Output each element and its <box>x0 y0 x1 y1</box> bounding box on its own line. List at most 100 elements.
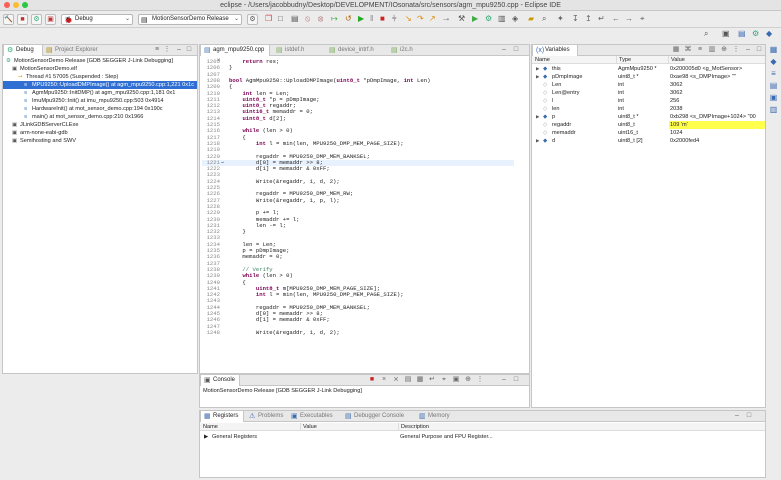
debug-tree-item[interactable]: ≡ AgmMpu9250::InitDMP() at agm_mpu9250.cp… <box>3 89 197 97</box>
pin-console-icon[interactable]: ⌖ <box>440 376 448 384</box>
step-return-icon[interactable]: ↗ <box>429 15 436 23</box>
build-icon[interactable]: 🔨 <box>3 14 14 25</box>
variable-row[interactable]: ◇ Len int 3062 <box>532 81 765 89</box>
external-tools-icon[interactable]: ⚒ <box>458 15 465 23</box>
tab-debug[interactable]: ⚙ Debug <box>3 45 43 56</box>
tab-problems[interactable]: ⚠ Problems <box>246 411 286 422</box>
launch-config-select[interactable]: ▤ MotionSensorDemo Release ⌄ <box>138 14 242 25</box>
expand-arrow-icon[interactable]: ▶ <box>536 73 539 81</box>
debug-tree-item[interactable]: ⭢ Thread #1 57005 (Suspended : Step) <box>3 73 197 81</box>
forward-icon[interactable]: → <box>625 15 633 23</box>
debug-tree-item[interactable]: ≡ ImuMpu9250::Init() at imu_mpu9250.cpp:5… <box>3 97 197 105</box>
show-logical-structure-icon[interactable]: ⌘ <box>684 46 692 54</box>
tab-i2c-h[interactable]: ▤ i2c.h <box>388 45 430 56</box>
expand-arrow-icon[interactable]: ▶ <box>204 433 210 441</box>
pin-editor-icon[interactable]: ⌖ <box>640 15 645 23</box>
new-icon[interactable]: ❐ <box>265 15 272 23</box>
skip-breakpoints-icon[interactable]: ⦸ <box>305 15 310 23</box>
next-annotation-icon[interactable]: ↧ <box>572 15 579 23</box>
search-icon[interactable]: ⌕ <box>542 15 546 23</box>
suspend-icon[interactable]: ‖ <box>370 15 373 23</box>
clear-console-icon[interactable]: ▤ <box>404 376 412 384</box>
close-window-button[interactable] <box>4 2 10 8</box>
variable-row[interactable]: ▶ ◆ pDmpImage uint8_t * 0xae98 <s_DMPImage> … <box>532 73 765 81</box>
instruction-stepping-icon[interactable]: ⭢ <box>443 15 449 23</box>
expand-arrow-icon[interactable]: ▶ <box>536 113 539 121</box>
modules-icon[interactable]: ▥ <box>769 105 778 114</box>
terminate-icon[interactable]: ■ <box>368 376 376 384</box>
collapse-all-icon[interactable]: ≡ <box>696 46 704 54</box>
display-console-icon[interactable]: ▣ <box>452 376 460 384</box>
tab-agm-mpu9250-cpp[interactable]: ▤ agm_mpu9250.cpp × <box>200 45 270 64</box>
variable-row[interactable]: ◇ len int 2038 <box>532 105 765 113</box>
tab-device-intrf-h[interactable]: ▤ device_intrf.h <box>326 45 388 56</box>
tab-executables[interactable]: ▣ Executables <box>288 411 340 422</box>
launch-debug-icon[interactable]: ⚙ <box>31 14 42 25</box>
minimize-view-icon[interactable]: – <box>744 46 752 54</box>
previous-annotation-icon[interactable]: ↥ <box>585 15 592 23</box>
run-icon[interactable]: ▶ <box>472 15 478 23</box>
expand-arrow-icon[interactable]: ▶ <box>536 65 539 73</box>
variable-row[interactable]: ▶ ◆ d uint8_t [2] 0x2000fed4 <box>532 137 765 145</box>
variable-row[interactable]: ◇ memaddr uint16_t 1024 <box>532 129 765 137</box>
outline-icon[interactable]: ≡ <box>769 69 778 78</box>
scroll-lock-icon[interactable]: ▦ <box>416 376 424 384</box>
open-console-icon[interactable]: ⊕ <box>464 376 472 384</box>
code-area[interactable]: 1205 return res; 1206} 1207 1208 bool AgmMpu… <box>202 59 527 373</box>
remove-all-icon[interactable]: ⨯ <box>392 376 400 384</box>
minimize-view-icon[interactable]: – <box>175 46 183 54</box>
tab-istdef-h[interactable]: ▤ istdef.h <box>273 45 325 56</box>
disassembly-icon[interactable]: ▤ <box>769 81 778 90</box>
expand-arrow-icon[interactable]: ▶ <box>536 137 539 145</box>
debug-tree-item[interactable]: ▣ Semihosting and SWV <box>3 137 197 145</box>
tab-variables[interactable]: (x) Variables <box>532 45 578 56</box>
debug-stop-icon[interactable]: ■ <box>17 14 28 25</box>
tab-console[interactable]: ▣ Console <box>200 375 240 386</box>
debug-tree-item[interactable]: ⚙ MotionSensorDemo Release [GDB SEGGER J-… <box>3 57 197 65</box>
tab-registers[interactable]: ▦ Registers <box>200 411 244 422</box>
debug-run-icon[interactable]: ⚙ <box>485 15 492 23</box>
view-menu-icon[interactable]: ⋮ <box>476 376 484 384</box>
variable-row[interactable]: ◇ l int 256 <box>532 97 765 105</box>
debug-tree-item[interactable]: ≡ MPU9250::UploadDMPImage() at agm_mpu925… <box>3 81 197 89</box>
debug-tree-item[interactable]: ▣ arm-none-eabi-gdb <box>3 129 197 137</box>
view-menu-icon[interactable]: ⋮ <box>163 46 171 54</box>
save-icon[interactable]: □ <box>278 15 283 23</box>
open-perspective-icon[interactable]: ▣ <box>722 30 730 38</box>
column-type[interactable]: Type <box>616 56 666 64</box>
column-value[interactable]: Value <box>300 423 398 431</box>
tab-debugger-console[interactable]: ▤ Debugger Console <box>342 411 414 422</box>
last-edit-icon[interactable]: ↵ <box>598 15 605 23</box>
view-menu-icon[interactable]: ⋮ <box>732 46 740 54</box>
reset-icon[interactable]: ↺ <box>345 15 352 23</box>
resume-icon[interactable]: ▶ <box>358 15 364 23</box>
column-description[interactable]: Description <box>398 423 538 431</box>
git-perspective-icon[interactable]: ◆ <box>766 30 772 38</box>
terminate-icon[interactable]: ▣ <box>45 14 56 25</box>
terminate-debug-icon[interactable]: ■ <box>380 15 385 23</box>
collapse-all-icon[interactable]: ≡ <box>153 46 161 54</box>
debug-tree-item[interactable]: ▣ JLinkGDBServerCLExe <box>3 121 197 129</box>
breakpoints-icon[interactable]: ▦ <box>769 45 778 54</box>
minimize-view-icon[interactable]: – <box>500 376 508 384</box>
maximize-view-icon[interactable]: □ <box>755 46 763 54</box>
launch-mode-select[interactable]: 🐞 Debug ⌄ <box>61 14 133 25</box>
coverage-icon[interactable]: ▥ <box>498 15 506 23</box>
new-class-icon[interactable]: ◈ <box>512 15 518 23</box>
toggle-mark-icon[interactable]: ✦ <box>557 15 564 23</box>
debug-tree-item[interactable]: ▣ MotionSensorDemo.elf <box>3 65 197 73</box>
debug-tree-item[interactable]: ≡ main() at mot_sensor_demo.cpp:210 0x196… <box>3 113 197 121</box>
maximize-view-icon[interactable]: □ <box>185 46 193 54</box>
word-wrap-icon[interactable]: ↵ <box>428 376 436 384</box>
variable-row[interactable]: ▶ ◆ p uint8_t * 0xb298 <s_DMPImage+1024> "00 <box>532 113 765 121</box>
open-type-icon[interactable]: ▰ <box>528 15 534 23</box>
minimize-window-button[interactable] <box>13 2 19 8</box>
show-type-names-icon[interactable]: ▦ <box>672 46 680 54</box>
expressions-icon[interactable]: ◆ <box>769 57 778 66</box>
peripherals-icon[interactable]: ▣ <box>769 93 778 102</box>
table-row[interactable]: ▶ General Registers General Purpose and … <box>200 433 765 441</box>
maximize-view-icon[interactable]: □ <box>745 412 753 420</box>
column-name[interactable]: Name <box>203 423 298 431</box>
remove-launch-icon[interactable]: × <box>380 376 388 384</box>
variable-row[interactable]: ◇ regaddr uint8_t 109 'm' <box>532 121 765 129</box>
